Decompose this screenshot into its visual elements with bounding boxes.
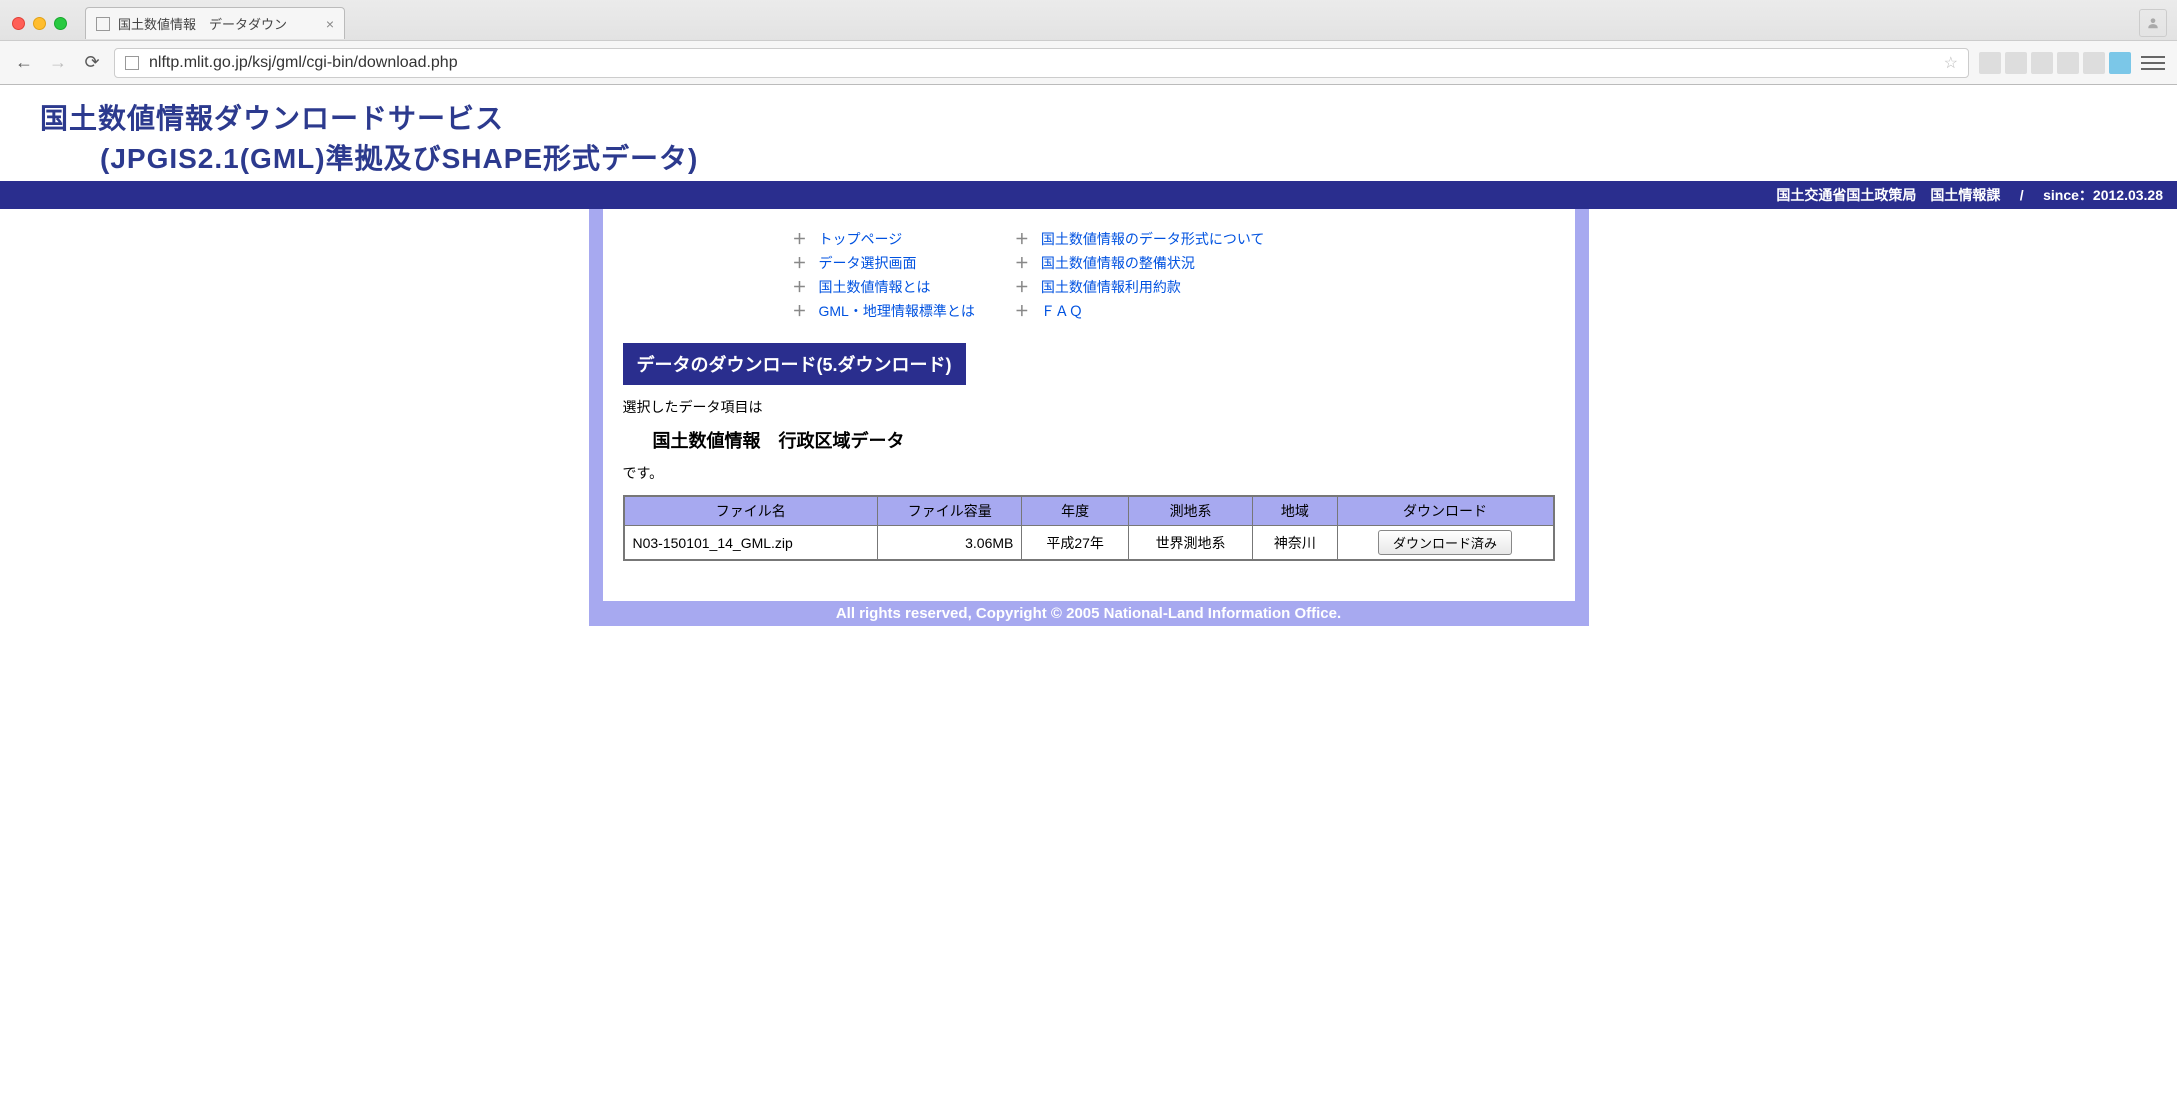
title-line1: 国土数値情報ダウンロードサービス <box>40 103 504 134</box>
footer-copyright: All rights reserved, Copyright © 2005 Na… <box>589 601 1589 626</box>
section-header: データのダウンロード(5.ダウンロード) <box>623 343 966 385</box>
window-controls <box>12 17 67 30</box>
download-button[interactable]: ダウンロード済み <box>1378 530 1512 555</box>
table-row: N03-150101_14_GML.zip 3.06MB 平成27年 世界測地系… <box>624 526 1554 561</box>
close-window-button[interactable] <box>12 17 25 30</box>
download-table: ファイル名 ファイル容量 年度 測地系 地域 ダウンロード N03-150101… <box>623 495 1555 561</box>
menu-button[interactable] <box>2141 51 2165 75</box>
nav-col-2: ＋ 国土数値情報のデータ形式について ＋ 国土数値情報の整備状況 ＋ 国土数値情報利用… <box>1015 229 1265 321</box>
nav-item-about: ＋ 国土数値情報とは <box>793 277 975 297</box>
plus-icon: ＋ <box>793 229 807 249</box>
extension-icon[interactable] <box>2005 52 2027 74</box>
nav-link[interactable]: トップページ <box>819 229 903 249</box>
bookmark-star-icon[interactable]: ☆ <box>1944 53 1958 73</box>
nav-links: ＋ トップページ ＋ データ選択画面 ＋ 国土数値情報とは ＋ GML・地理情報標準とは… <box>623 223 1555 337</box>
plus-icon: ＋ <box>793 277 807 297</box>
address-bar: ← → ⟳ nlftp.mlit.go.jp/ksj/gml/cgi-bin/d… <box>0 40 2177 84</box>
cell-year: 平成27年 <box>1022 526 1129 561</box>
title-line2: (JPGIS2.1(GML)準拠及びSHAPE形式データ) <box>100 137 2137 177</box>
reload-button[interactable]: ⟳ <box>80 52 104 73</box>
th-datum: 測地系 <box>1128 496 1252 526</box>
nav-link[interactable]: 国土数値情報利用約款 <box>1041 277 1181 297</box>
browser-tab[interactable]: 国土数値情報 データダウン × <box>85 7 345 39</box>
page-icon <box>96 17 110 31</box>
th-region: 地域 <box>1253 496 1337 526</box>
plus-icon: ＋ <box>1015 253 1029 273</box>
forward-button[interactable]: → <box>46 52 70 73</box>
th-filename: ファイル名 <box>624 496 878 526</box>
cell-size: 3.06MB <box>878 526 1022 561</box>
selected-data-name: 国土数値情報 行政区域データ <box>653 427 1555 453</box>
plus-icon: ＋ <box>793 301 807 321</box>
nav-item-faq: ＋ ＦＡＱ <box>1015 301 1265 321</box>
tab-title: 国土数値情報 データダウン <box>118 14 287 33</box>
tab-bar: 国土数値情報 データダウン × <box>0 0 2177 40</box>
cell-download: ダウンロード済み <box>1337 526 1554 561</box>
nav-item-select: ＋ データ選択画面 <box>793 253 975 273</box>
browser-chrome: 国土数値情報 データダウン × ← → ⟳ nlftp.mlit.go.jp/k… <box>0 0 2177 85</box>
minimize-window-button[interactable] <box>33 17 46 30</box>
nav-col-1: ＋ トップページ ＋ データ選択画面 ＋ 国土数値情報とは ＋ GML・地理情報標準とは <box>793 229 975 321</box>
maximize-window-button[interactable] <box>54 17 67 30</box>
th-year: 年度 <box>1022 496 1129 526</box>
plus-icon: ＋ <box>1015 301 1029 321</box>
meta-bar: 国土交通省国土政策局 国土情報課 / since：2012.03.28 <box>0 181 2177 209</box>
cell-region: 神奈川 <box>1253 526 1337 561</box>
plus-icon: ＋ <box>1015 229 1029 249</box>
page-title: 国土数値情報ダウンロードサービス (JPGIS2.1(GML)準拠及びSHAPE… <box>40 97 2137 177</box>
since-date: since：2012.03.28 <box>2043 187 2163 203</box>
plus-icon: ＋ <box>793 253 807 273</box>
nav-item-status: ＋ 国土数値情報の整備状況 <box>1015 253 1265 273</box>
nav-link[interactable]: 国土数値情報のデータ形式について <box>1041 229 1265 249</box>
url-text: nlftp.mlit.go.jp/ksj/gml/cgi-bin/downloa… <box>149 54 458 72</box>
url-input[interactable]: nlftp.mlit.go.jp/ksj/gml/cgi-bin/downloa… <box>114 48 1969 78</box>
back-button[interactable]: ← <box>12 52 36 73</box>
content-area: ＋ トップページ ＋ データ選択画面 ＋ 国土数値情報とは ＋ GML・地理情報標準とは… <box>603 209 1575 601</box>
th-download: ダウンロード <box>1337 496 1554 526</box>
th-size: ファイル容量 <box>878 496 1022 526</box>
nav-item-terms: ＋ 国土数値情報利用約款 <box>1015 277 1265 297</box>
table-header-row: ファイル名 ファイル容量 年度 測地系 地域 ダウンロード <box>624 496 1554 526</box>
profile-button[interactable] <box>2139 9 2167 37</box>
extension-icon[interactable] <box>2057 52 2079 74</box>
main-container: ＋ トップページ ＋ データ選択画面 ＋ 国土数値情報とは ＋ GML・地理情報標準とは… <box>589 209 1589 626</box>
extension-icon[interactable] <box>2109 52 2131 74</box>
intro-text: 選択したデータ項目は 国土数値情報 行政区域データ です。 <box>623 397 1555 483</box>
nav-link[interactable]: GML・地理情報標準とは <box>819 301 975 321</box>
extension-icon[interactable] <box>2031 52 2053 74</box>
nav-link[interactable]: データ選択画面 <box>819 253 917 273</box>
nav-item-gml: ＋ GML・地理情報標準とは <box>793 301 975 321</box>
nav-item-format: ＋ 国土数値情報のデータ形式について <box>1015 229 1265 249</box>
site-info-icon[interactable] <box>125 56 139 70</box>
extension-icons <box>1979 52 2131 74</box>
extension-icon[interactable] <box>1979 52 2001 74</box>
nav-item-top: ＋ トップページ <box>793 229 975 249</box>
cell-datum: 世界測地系 <box>1128 526 1252 561</box>
nav-link[interactable]: 国土数値情報の整備状況 <box>1041 253 1195 273</box>
nav-link[interactable]: 国土数値情報とは <box>819 277 931 297</box>
plus-icon: ＋ <box>1015 277 1029 297</box>
page-header: 国土数値情報ダウンロードサービス (JPGIS2.1(GML)準拠及びSHAPE… <box>0 85 2177 181</box>
nav-link[interactable]: ＦＡＱ <box>1041 301 1083 321</box>
cell-filename: N03-150101_14_GML.zip <box>624 526 878 561</box>
intro-prefix: 選択したデータ項目は <box>623 399 763 415</box>
org-name: 国土交通省国土政策局 国土情報課 <box>1776 187 2000 203</box>
extension-icon[interactable] <box>2083 52 2105 74</box>
intro-suffix: です。 <box>623 465 664 481</box>
close-tab-icon[interactable]: × <box>326 16 334 32</box>
meta-separator: / <box>2020 187 2024 203</box>
